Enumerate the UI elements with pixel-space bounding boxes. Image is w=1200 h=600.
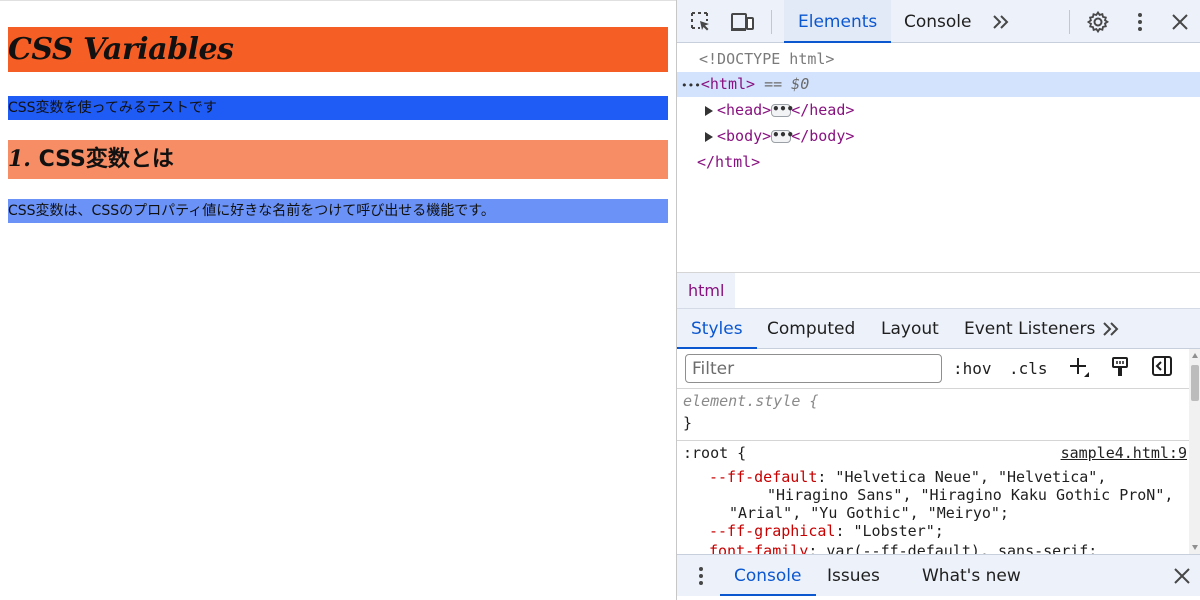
close-drawer-button[interactable] bbox=[1168, 562, 1196, 590]
dom-node-doctype[interactable]: <!DOCTYPE html> bbox=[677, 47, 1200, 72]
expand-triangle-icon[interactable] bbox=[705, 131, 713, 142]
dom-node-html-close[interactable]: </html> bbox=[677, 150, 1200, 175]
element-style-rule[interactable]: element.style { bbox=[683, 392, 818, 410]
toggle-hover-state-button[interactable]: :hov bbox=[953, 357, 992, 381]
customize-menu-button[interactable] bbox=[1126, 8, 1154, 36]
styles-scrollbar[interactable] bbox=[1189, 349, 1200, 554]
tab-layout[interactable]: Layout bbox=[867, 309, 953, 349]
kebab-menu-icon bbox=[1138, 13, 1142, 31]
devtools-panel: Elements Console <!DOCTYPE html> •••<htm… bbox=[676, 0, 1200, 600]
css-declaration-ff-default[interactable]: --ff-default: "Helvetica Neue", "Helveti… bbox=[709, 468, 1106, 486]
styles-filter-row: :hov .cls bbox=[677, 349, 1189, 389]
selected-node-marker: == $0 bbox=[764, 75, 810, 93]
css-declaration-ff-graphical[interactable]: --ff-graphical: "Lobster"; bbox=[709, 522, 944, 540]
inspect-element-button[interactable] bbox=[687, 8, 715, 36]
root-rule-selector[interactable]: :root { bbox=[683, 444, 746, 462]
drawer-tab-issues[interactable]: Issues bbox=[813, 555, 894, 596]
head-close-tag: </head> bbox=[791, 101, 855, 119]
css-property-name: --ff-default bbox=[709, 468, 818, 486]
close-icon bbox=[1174, 568, 1190, 584]
collapsed-children-ellipsis[interactable]: ••• bbox=[771, 103, 794, 117]
css-property-value: : var(--ff-default), sans-serif; bbox=[808, 542, 1098, 554]
styles-filter-input[interactable] bbox=[685, 354, 942, 383]
dom-node-head[interactable]: <head>•••</head> bbox=[677, 98, 1200, 123]
tab-console[interactable]: Console bbox=[890, 0, 986, 43]
html-close-tag: </html> bbox=[697, 153, 761, 171]
body-open-tag: <body> bbox=[717, 127, 772, 145]
css-property-value: : "Lobster"; bbox=[835, 522, 944, 540]
toggle-sidebar-button[interactable] bbox=[1151, 355, 1173, 379]
device-toggle-icon bbox=[731, 13, 754, 31]
new-style-rule-button[interactable] bbox=[1067, 355, 1091, 379]
more-subtabs-button[interactable] bbox=[1097, 315, 1125, 343]
breadcrumb-item-html[interactable]: html bbox=[677, 273, 736, 308]
devtools-tabbar: Elements Console bbox=[677, 0, 1200, 43]
drawer-tab-console[interactable]: Console bbox=[720, 555, 816, 596]
sidebar-toggle-icon bbox=[1152, 356, 1172, 376]
rendering-emulation-button[interactable] bbox=[1110, 355, 1130, 379]
plus-icon bbox=[1070, 358, 1089, 377]
css-property-name: font-family bbox=[709, 542, 809, 554]
rule-divider bbox=[677, 440, 1189, 441]
page-paragraph-1: CSS変数を使ってみるテストです bbox=[8, 96, 668, 120]
settings-button[interactable] bbox=[1084, 8, 1112, 36]
drawer-tabbar: Console Issues What's new bbox=[677, 554, 1200, 596]
tab-event-listeners[interactable]: Event Listeners bbox=[950, 309, 1109, 349]
expand-triangle-icon[interactable] bbox=[705, 105, 713, 116]
scroll-down-arrow-icon[interactable] bbox=[1192, 545, 1198, 550]
dom-tree: <!DOCTYPE html> •••<html> == $0 <head>••… bbox=[677, 44, 1200, 272]
node-actions-dots[interactable]: ••• bbox=[681, 79, 701, 92]
css-property-name: --ff-graphical bbox=[709, 522, 836, 540]
tab-computed[interactable]: Computed bbox=[753, 309, 869, 349]
breadcrumb: html bbox=[677, 272, 1200, 308]
styles-pane: element.style { } :root { sample4.html:9… bbox=[677, 390, 1189, 554]
styles-subtabbar: Styles Computed Layout Event Listeners bbox=[677, 308, 1200, 349]
element-style-close: } bbox=[683, 414, 693, 432]
toggle-classes-button[interactable]: .cls bbox=[1009, 357, 1048, 381]
tab-styles[interactable]: Styles bbox=[677, 309, 757, 349]
tab-elements[interactable]: Elements bbox=[784, 0, 892, 43]
css-value-continuation: "Hiragino Sans", "Hiragino Kaku Gothic P… bbox=[767, 486, 1174, 504]
gear-icon bbox=[1086, 10, 1110, 34]
page-heading-2-text: CSS変数とは bbox=[30, 147, 174, 172]
body-close-tag: </body> bbox=[791, 127, 855, 145]
dom-node-html[interactable]: •••<html> == $0 bbox=[677, 72, 1200, 97]
page-heading-1: CSS Variables bbox=[8, 27, 668, 72]
element-style-selector: element.style { bbox=[683, 392, 819, 410]
drawer-menu-button[interactable] bbox=[687, 562, 715, 590]
kebab-menu-icon bbox=[699, 567, 703, 585]
double-chevron-right-icon bbox=[1103, 322, 1119, 336]
more-tabs-button[interactable] bbox=[987, 8, 1015, 36]
drawer-tab-whats-new[interactable]: What's new bbox=[908, 555, 1035, 596]
paint-brush-icon bbox=[1112, 357, 1128, 376]
dom-node-body[interactable]: <body>•••</body> bbox=[677, 124, 1200, 149]
css-property-value: : "Helvetica Neue", "Helvetica", bbox=[817, 468, 1107, 486]
device-toolbar-button[interactable] bbox=[729, 8, 757, 36]
page-paragraph-2: CSS変数は、CSSのプロパティ値に好きな名前をつけて呼び出せる機能です。 bbox=[8, 199, 668, 223]
doctype-text: <!DOCTYPE html> bbox=[699, 50, 835, 68]
page-heading-2: 1. CSS変数とは bbox=[8, 140, 668, 179]
close-devtools-button[interactable] bbox=[1166, 8, 1194, 36]
head-open-tag: <head> bbox=[717, 101, 772, 119]
scroll-thumb[interactable] bbox=[1191, 365, 1199, 401]
css-declaration-font-family[interactable]: font-family: var(--ff-default), sans-ser… bbox=[709, 542, 1097, 554]
inspect-icon bbox=[691, 12, 709, 31]
page-heading-1-text: CSS Variables bbox=[8, 32, 234, 67]
tabbar-separator bbox=[1069, 10, 1070, 34]
collapsed-children-ellipsis[interactable]: ••• bbox=[771, 129, 794, 143]
scroll-up-arrow-icon[interactable] bbox=[1192, 353, 1198, 358]
rule-source-link[interactable]: sample4.html:9 bbox=[1061, 444, 1187, 462]
close-icon bbox=[1172, 14, 1188, 30]
css-value-continuation: "Arial", "Yu Gothic", "Meiryo"; bbox=[729, 504, 1009, 522]
double-chevron-right-icon bbox=[993, 15, 1009, 29]
page-heading-2-number: 1. bbox=[8, 146, 31, 172]
page-viewport: CSS Variables CSS変数を使ってみるテストです 1. CSS変数と… bbox=[0, 0, 676, 600]
html-open-tag: <html> bbox=[700, 75, 756, 93]
tabbar-separator bbox=[771, 10, 772, 34]
drawer-content bbox=[677, 596, 1200, 600]
